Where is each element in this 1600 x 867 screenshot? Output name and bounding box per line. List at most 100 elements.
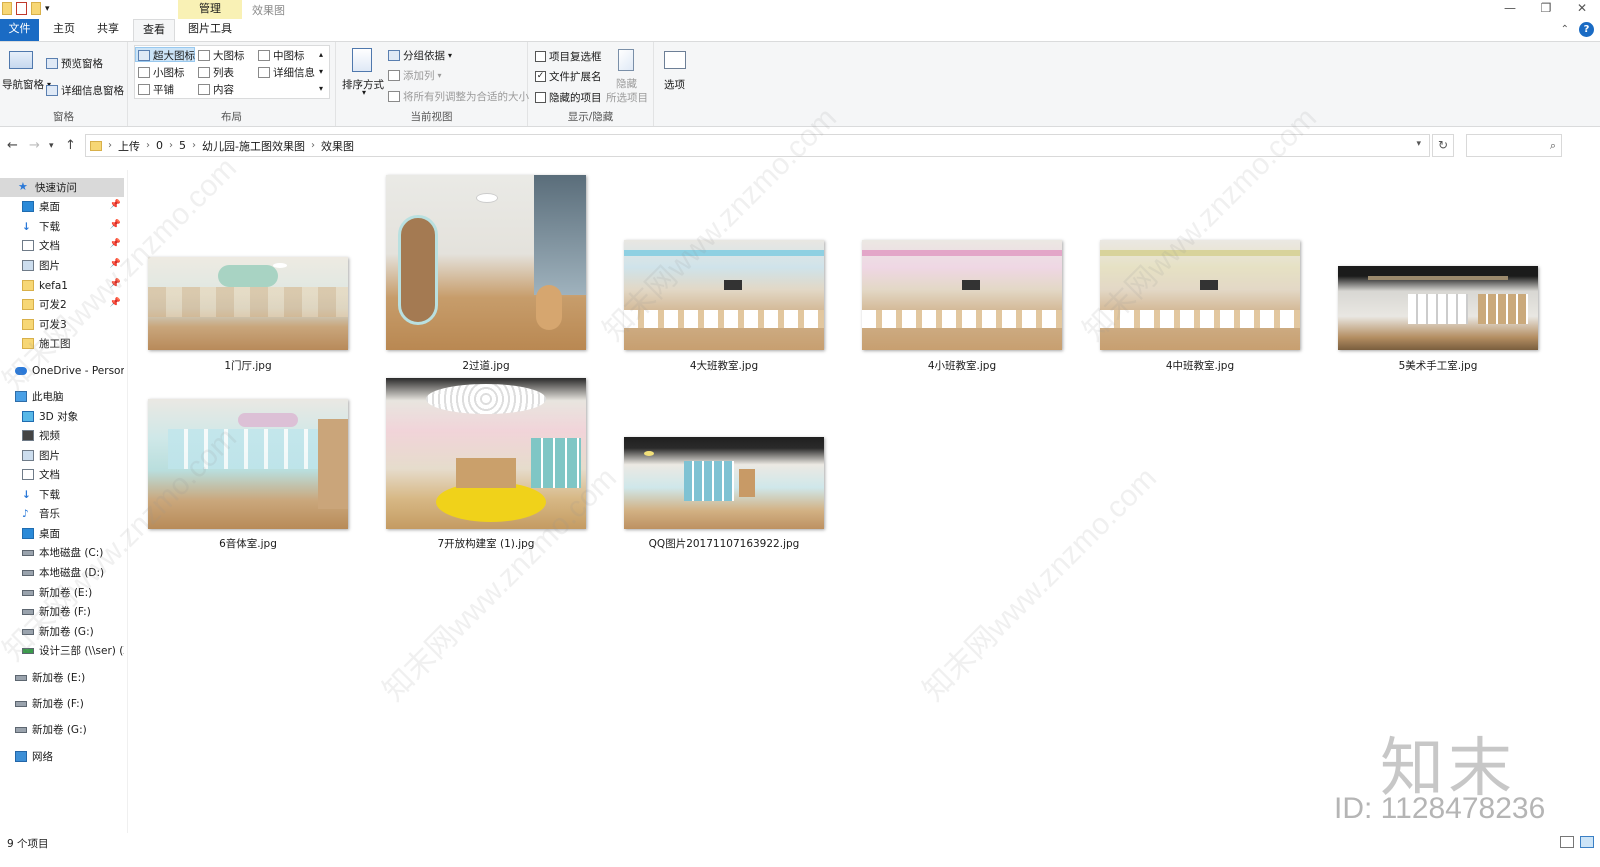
nav-item[interactable]: 文档 <box>0 465 124 484</box>
layout-scroll[interactable]: ▴ ▾ ▾ <box>319 50 323 93</box>
image-thumbnail[interactable] <box>1100 240 1300 350</box>
details-pane-button[interactable]: 详细信息窗格 <box>46 83 124 98</box>
image-thumbnail[interactable] <box>624 437 824 529</box>
nav-item[interactable]: 可发3 <box>0 315 124 334</box>
pin-icon: 📌 <box>109 259 121 269</box>
extra-large-icons-icon <box>138 50 150 61</box>
options-icon[interactable] <box>664 51 686 69</box>
nav-item[interactable]: 本地磁盘 (C:) <box>0 543 124 562</box>
nav-item[interactable]: 设计三部 (\\ser) (Z <box>0 641 124 660</box>
image-thumbnail[interactable] <box>862 240 1062 350</box>
breadcrumb-item[interactable]: 5 <box>179 139 186 152</box>
nav-item[interactable]: ↓ 下载 📌 <box>0 217 124 236</box>
nav-item[interactable]: 视频 <box>0 426 124 445</box>
nav-item[interactable]: ↓ 下载 <box>0 485 124 504</box>
sort-by-icon[interactable] <box>352 48 372 72</box>
tab-share[interactable]: 共享 <box>90 19 126 41</box>
hide-selected-icon[interactable] <box>618 49 634 71</box>
nav-quick-access[interactable]: ★ 快速访问 <box>0 178 124 197</box>
collapse-ribbon-icon[interactable]: ⌃ <box>1561 24 1569 35</box>
minimize-button[interactable]: — <box>1492 0 1528 19</box>
breadcrumb-item[interactable]: 0 <box>156 139 163 152</box>
nav-item[interactable]: 新加卷 (G:) <box>0 720 124 739</box>
layout-small-icons[interactable]: 小图标 <box>138 65 185 80</box>
tab-file[interactable]: 文件 <box>0 19 39 41</box>
nav-item[interactable]: 新加卷 (E:) <box>0 583 124 602</box>
hidden-items-toggle[interactable]: 隐藏的项目 <box>535 90 602 105</box>
layout-content[interactable]: 内容 <box>198 82 234 97</box>
nav-item[interactable]: 新加卷 (E:) <box>0 668 124 687</box>
item-checkboxes-checkbox[interactable] <box>535 51 546 62</box>
image-thumbnail[interactable] <box>386 378 586 529</box>
file-extensions-checkbox[interactable]: ✓ <box>535 71 546 82</box>
sort-by-dropdown-icon[interactable]: ▾ <box>362 88 366 97</box>
hidden-items-checkbox[interactable] <box>535 92 546 103</box>
address-bar-row: ← → ▾ ↑ › 上传 › 0 › 5 › 幼儿园-施工图效果图 › 效果图 … <box>0 127 1600 163</box>
layout-tiles[interactable]: 平铺 <box>138 82 174 97</box>
nav-item[interactable]: 桌面 📌 <box>0 197 124 216</box>
refresh-button[interactable]: ↻ <box>1432 134 1454 157</box>
navigation-pane-icon[interactable] <box>9 51 33 69</box>
item-checkboxes-toggle[interactable]: 项目复选框 <box>535 49 602 64</box>
nav-item[interactable]: 图片 📌 <box>0 256 124 275</box>
back-arrow-icon[interactable]: ← <box>7 138 18 153</box>
recent-locations-icon[interactable]: ▾ <box>49 141 54 151</box>
size-all-columns-button[interactable]: 将所有列调整为合适的大小 <box>388 89 529 104</box>
file-extensions-toggle[interactable]: ✓ 文件扩展名 <box>535 69 602 84</box>
hide-selected-label-2[interactable]: 所选项目 <box>606 90 648 105</box>
context-tab-manage[interactable]: 管理 <box>178 0 242 19</box>
nav-item[interactable]: kefa1 📌 <box>0 276 124 295</box>
nav-network[interactable]: 网络 <box>0 747 124 766</box>
nav-item[interactable]: 新加卷 (G:) <box>0 622 124 641</box>
preview-pane-button[interactable]: 预览窗格 <box>46 56 103 71</box>
new-folder-icon[interactable] <box>31 2 41 15</box>
group-label: 布局 <box>221 111 242 123</box>
close-button[interactable]: ✕ <box>1564 0 1600 19</box>
nav-item[interactable]: 新加卷 (F:) <box>0 694 124 713</box>
properties-icon[interactable] <box>16 2 27 15</box>
large-icons-view-icon[interactable] <box>1580 836 1594 848</box>
layout-details[interactable]: 详细信息 <box>258 65 315 80</box>
forward-arrow-icon[interactable]: → <box>29 138 40 153</box>
customize-toolbar-icon[interactable]: ▾ <box>45 4 50 14</box>
breadcrumb-item[interactable]: 上传 <box>118 138 140 154</box>
nav-item[interactable]: 施工图 <box>0 334 124 353</box>
nav-item[interactable]: 文档 📌 <box>0 236 124 255</box>
tab-home[interactable]: 主页 <box>46 19 82 41</box>
group-by-button[interactable]: 分组依据 ▾ <box>388 48 452 63</box>
help-icon[interactable]: ? <box>1579 22 1594 37</box>
nav-item[interactable]: 可发2 📌 <box>0 295 124 314</box>
hide-selected-label-1[interactable]: 隐藏 <box>616 76 637 91</box>
nav-item[interactable]: 图片 <box>0 446 124 465</box>
up-arrow-icon[interactable]: ↑ <box>65 138 76 153</box>
layout-large-icons[interactable]: 大图标 <box>198 48 245 63</box>
nav-item[interactable]: 3D 对象 <box>0 407 124 426</box>
layout-list[interactable]: 列表 <box>198 65 234 80</box>
layout-medium-icons[interactable]: 中图标 <box>258 48 305 63</box>
search-input[interactable]: ⌕ <box>1466 134 1562 157</box>
maximize-button[interactable]: ❐ <box>1528 0 1564 19</box>
breadcrumb-item[interactable]: 效果图 <box>321 138 354 154</box>
tab-view[interactable]: 查看 <box>133 19 175 42</box>
nav-this-pc[interactable]: 此电脑 <box>0 387 124 406</box>
image-thumbnail[interactable] <box>1338 266 1538 350</box>
breadcrumb[interactable]: › 上传 › 0 › 5 › 幼儿园-施工图效果图 › 效果图 ▾ <box>85 134 1430 157</box>
details-view-icon[interactable] <box>1560 836 1574 848</box>
navigation-pane-button[interactable]: 导航窗格▾ <box>2 77 51 92</box>
address-dropdown-icon[interactable]: ▾ <box>1416 139 1421 149</box>
nav-item[interactable]: 新加卷 (F:) <box>0 602 124 621</box>
add-columns-button[interactable]: 添加列 ▾ <box>388 68 442 83</box>
nav-onedrive[interactable]: OneDrive - Persona <box>0 361 124 380</box>
options-button[interactable]: 选项 <box>664 77 685 92</box>
layout-extra-large-icons[interactable]: 超大图标 <box>138 48 195 63</box>
image-thumbnail[interactable] <box>148 399 348 529</box>
image-thumbnail[interactable] <box>624 240 824 350</box>
nav-item[interactable]: ♪ 音乐 <box>0 504 124 523</box>
tab-picture-tools[interactable]: 图片工具 <box>178 19 242 41</box>
image-thumbnail[interactable] <box>148 257 348 350</box>
breadcrumb-item[interactable]: 幼儿园-施工图效果图 <box>202 138 305 154</box>
file-name: 4中班教室.jpg <box>1165 360 1235 372</box>
nav-item[interactable]: 本地磁盘 (D:) <box>0 563 124 582</box>
image-thumbnail[interactable] <box>386 175 586 350</box>
nav-item[interactable]: 桌面 <box>0 524 124 543</box>
